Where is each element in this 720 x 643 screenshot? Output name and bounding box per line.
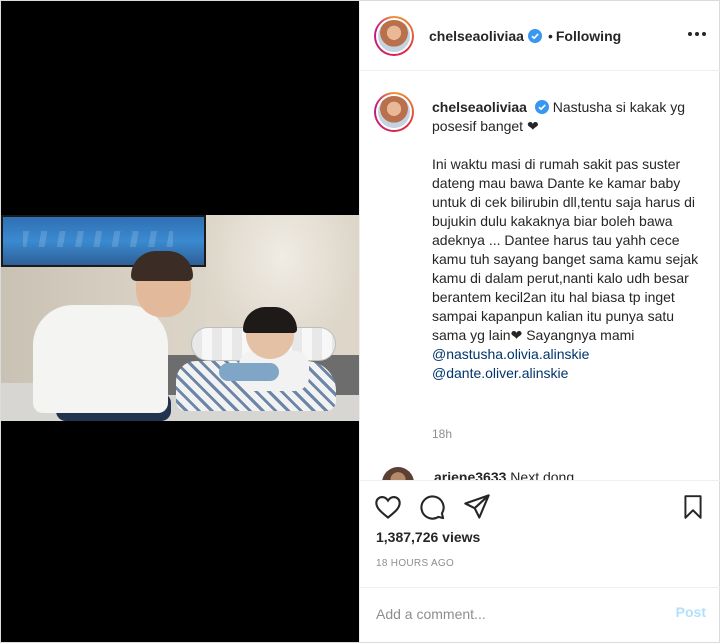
mention-link[interactable]: @dante.oliver.alinskie	[432, 365, 568, 381]
avatar-image	[376, 94, 412, 130]
header-separator: •	[547, 27, 553, 44]
comment-body: Next dong	[510, 469, 575, 480]
share-icon[interactable]	[463, 493, 491, 521]
following-button[interactable]: Following	[556, 28, 621, 44]
post-button[interactable]: Post	[676, 604, 706, 620]
comment-username[interactable]: ariene3633	[434, 469, 506, 480]
mention-link[interactable]: @nastusha.olivia.alinskie	[432, 346, 589, 362]
post-sidebar: chelseaoliviaa • Following chelseaolivia…	[359, 1, 720, 642]
comment-icon[interactable]	[418, 493, 446, 521]
video-scene-person	[33, 305, 168, 413]
caption-avatar[interactable]	[374, 92, 414, 132]
post-media[interactable]	[1, 1, 359, 642]
action-bar	[360, 480, 720, 530]
post-video[interactable]	[1, 215, 359, 421]
caption-body: Ini waktu masi di rumah sakit pas suster…	[432, 156, 703, 343]
caption-timestamp[interactable]: 18h	[432, 427, 452, 441]
video-scene-baby	[219, 363, 279, 381]
comment-text: ariene3633 Next dong	[434, 469, 574, 480]
comments-section[interactable]: chelseaoliviaa Nastusha si kakak yg pose…	[360, 72, 720, 480]
verified-badge-icon	[534, 100, 549, 114]
comment-input[interactable]	[376, 604, 656, 624]
heart-icon[interactable]	[374, 493, 402, 521]
view-count[interactable]: 1,387,726 views	[376, 529, 480, 545]
post-header: chelseaoliviaa • Following	[360, 1, 720, 71]
add-comment-bar: Post	[360, 587, 720, 642]
header-username[interactable]: chelseaoliviaa	[429, 28, 524, 44]
post-time[interactable]: 18 HOURS AGO	[376, 558, 454, 569]
avatar-image	[376, 17, 412, 54]
more-horizontal-icon[interactable]	[688, 29, 706, 39]
verified-badge-icon	[527, 28, 542, 43]
avatar[interactable]	[374, 15, 414, 56]
bookmark-icon[interactable]	[680, 493, 706, 521]
caption-username[interactable]: chelseaoliviaa	[432, 99, 527, 115]
comment-item: ariene3633 Next dong	[374, 467, 714, 480]
comment-avatar[interactable]	[382, 467, 414, 480]
caption: chelseaoliviaa Nastusha si kakak yg pose…	[432, 98, 702, 383]
